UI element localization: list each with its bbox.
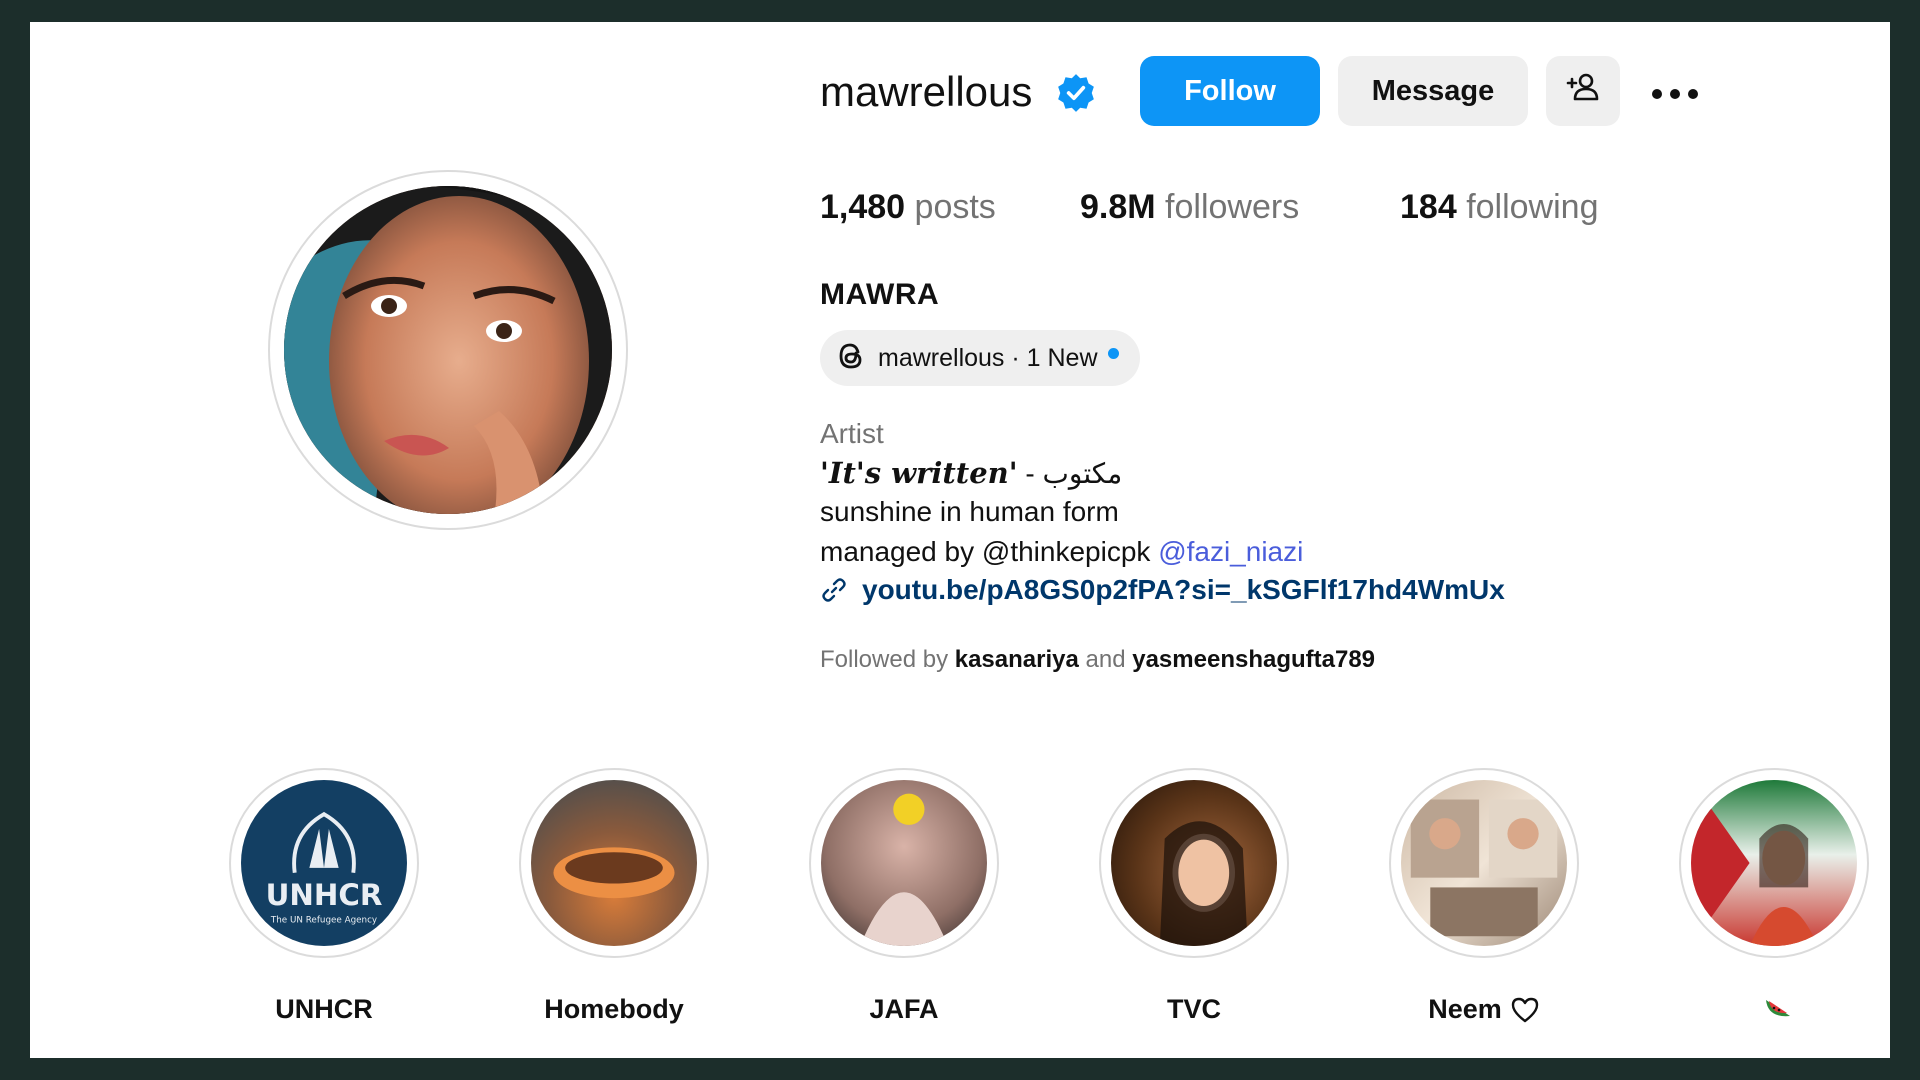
following-link[interactable]: 184 following [1400, 188, 1599, 227]
highlight-label: JAFA [869, 994, 939, 1024]
highlight-label [1674, 994, 1874, 1022]
highlight-watermelon[interactable] [1674, 768, 1874, 1022]
watermelon-icon [1766, 1000, 1790, 1017]
posts-number: 1,480 [820, 188, 906, 226]
verified-badge-icon [1055, 72, 1097, 114]
posts-label: posts [914, 188, 996, 226]
mention-link[interactable]: @fazi_niazi [1158, 536, 1303, 567]
bio-quote-separator: - [1017, 458, 1043, 489]
new-indicator-dot [1107, 347, 1119, 359]
threads-icon [834, 339, 868, 378]
highlight-label: Neem [1384, 994, 1584, 1025]
highlight-cover [1099, 768, 1289, 958]
highlight-tvc[interactable]: TVC [1094, 768, 1294, 1025]
bio-quote-latin: 'It's written' [820, 456, 1018, 490]
highlight-label: TVC [1167, 994, 1221, 1024]
bio-quote-arabic: مكتوب [1042, 458, 1123, 489]
bio-managed: managed by @thinkepicpk @fazi_niazi [820, 536, 1303, 568]
followers-link[interactable]: 9.8M followers [1080, 188, 1299, 227]
username: mawrellous [820, 68, 1033, 115]
threads-label: mawrellous · 1 New [878, 343, 1098, 372]
following-label: following [1466, 188, 1599, 226]
highlight-cover-image [531, 780, 697, 946]
heart-icon [1511, 997, 1538, 1022]
follow-button[interactable]: Follow [1140, 56, 1320, 126]
followers-label: followers [1165, 188, 1300, 226]
external-link-text: youtu.be/pA8GS0p2fPA?si=_kSGFlf17hd4WmUx [862, 574, 1505, 605]
add-user-button[interactable] [1546, 56, 1620, 126]
profile-photo [284, 186, 612, 514]
highlight-label: UNHCR [275, 994, 373, 1024]
highlight-cover-image [821, 780, 987, 946]
highlight-label: Homebody [544, 994, 684, 1024]
more-options-button[interactable] [1640, 56, 1710, 126]
highlight-cover [1389, 768, 1579, 958]
posts-count: 1,480 posts [820, 188, 996, 227]
highlight-jafa[interactable]: JAFA [804, 768, 1004, 1025]
highlight-cover-image [1111, 780, 1277, 946]
highlight-cover [1679, 768, 1869, 958]
bio-managed-text: managed by @thinkepicpk [820, 536, 1159, 567]
highlight-cover [809, 768, 999, 958]
followed-by-prefix: Followed by [820, 646, 955, 673]
avatar[interactable] [268, 170, 628, 530]
external-link[interactable]: youtu.be/pA8GS0p2fPA?si=_kSGFlf17hd4WmUx [820, 574, 1505, 606]
bio-quote: 'It's written' - مكتوب [820, 456, 1122, 490]
unhcr-logo-icon: UNHCR The UN Refugee Agency [241, 780, 407, 946]
profile-page: mawrellous Follow Message 1,480 posts 9.… [30, 22, 1890, 1058]
svg-text:The UN Refugee Agency: The UN Refugee Agency [270, 916, 377, 926]
highlight-unhcr[interactable]: UNHCR The UN Refugee Agency UNHCR [224, 768, 424, 1025]
following-number: 184 [1400, 188, 1457, 226]
display-name: MAWRA [820, 278, 940, 311]
link-icon [822, 578, 846, 602]
highlight-cover-image [1691, 780, 1857, 946]
more-options-icon [1651, 75, 1699, 108]
highlight-neem[interactable]: Neem [1384, 768, 1584, 1025]
bio-category: Artist [820, 418, 884, 449]
add-user-icon [1565, 69, 1601, 113]
followers-number: 9.8M [1080, 188, 1156, 226]
highlight-cover [519, 768, 709, 958]
highlight-homebody[interactable]: Homebody [514, 768, 714, 1025]
message-button[interactable]: Message [1338, 56, 1528, 126]
svg-text:UNHCR: UNHCR [266, 878, 383, 912]
highlight-cover: UNHCR The UN Refugee Agency [229, 768, 419, 958]
followed-by-user[interactable]: yasmeenshagufta789 [1132, 646, 1375, 673]
highlight-cover-image [1401, 780, 1567, 946]
followed-by: Followed by kasanariya and yasmeenshaguf… [820, 646, 1375, 674]
followed-by-conjunction: and [1078, 646, 1133, 673]
threads-badge[interactable]: mawrellous · 1 New [820, 330, 1140, 386]
followed-by-user[interactable]: kasanariya [955, 646, 1079, 673]
bio-line: sunshine in human form [820, 496, 1119, 527]
